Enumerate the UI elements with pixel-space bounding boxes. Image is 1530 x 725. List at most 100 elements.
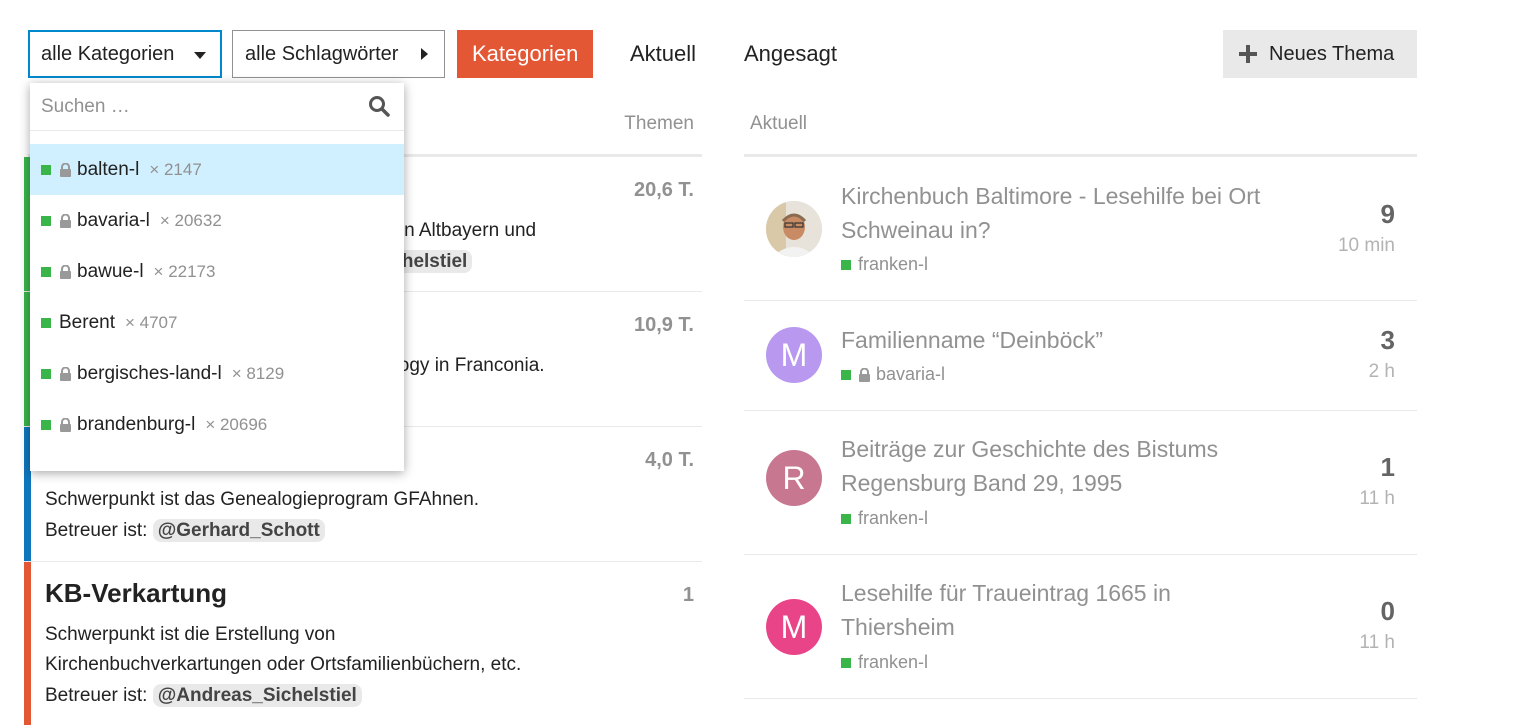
maintainer-mention[interactable]: @Gerhard_Schott — [152, 519, 325, 542]
maintainer-prefix: Betreuer ist: — [45, 520, 148, 541]
lock-icon — [60, 366, 71, 381]
tag-color-square — [841, 657, 851, 668]
reply-count[interactable]: 3 — [1381, 325, 1395, 356]
dropdown-option[interactable]: brandenburg-l × 20696 — [30, 399, 404, 450]
option-count: × 22173 — [153, 261, 216, 281]
tag-color-square — [841, 259, 851, 270]
tag-color-square — [41, 266, 51, 277]
category-topic-count: 1 — [682, 584, 694, 606]
category-topic-count: 20,6 T. — [633, 179, 694, 201]
tab-latest[interactable]: Aktuell — [630, 30, 696, 78]
option-count: × 2147 — [149, 159, 202, 179]
topic-title[interactable]: Lesehilfe für Traueintrag 1665 in Thiers… — [841, 576, 1281, 644]
plus-icon — [1239, 45, 1257, 63]
option-label: bawue-l — [77, 260, 144, 282]
caret-down-icon — [194, 52, 206, 59]
lock-icon — [859, 367, 870, 382]
option-count: × 20632 — [159, 210, 222, 230]
topic-row[interactable]: R Beiträge zur Geschichte des Bistums Re… — [744, 411, 1417, 555]
topic-tag[interactable]: franken-l — [841, 652, 928, 673]
category-description: Schwerpunkt ist das Genealogieprogram GF… — [45, 489, 480, 510]
option-count: × 8129 — [231, 363, 285, 383]
topic-row[interactable]: Kirchenbuch Baltimore - Lesehilfe bei Or… — [744, 157, 1417, 301]
tag-color-square — [41, 419, 51, 430]
category-description: Schwerpunkt ist die Erstellung von — [45, 624, 336, 645]
latest-column-header: Aktuell — [750, 113, 808, 134]
lock-icon — [60, 417, 71, 432]
tags-dropdown[interactable]: alle Schlagwörter — [232, 30, 445, 78]
caret-right-icon — [421, 48, 428, 60]
option-label: Berent — [59, 311, 115, 333]
topic-tag-label: franken-l — [858, 652, 929, 672]
tag-color-square — [841, 513, 851, 524]
category-description: Kirchenbuchverkartungen oder Ortsfamilie… — [45, 654, 522, 675]
tag-color-square — [41, 215, 51, 226]
lock-icon — [60, 162, 71, 177]
maintainer-prefix: Betreuer ist: — [45, 685, 148, 706]
option-label: bavaria-l — [77, 209, 150, 231]
topic-age[interactable]: 2 h — [1369, 361, 1395, 383]
lock-icon — [60, 264, 71, 279]
topic-tag-label: franken-l — [858, 508, 929, 528]
avatar[interactable]: M — [766, 599, 822, 655]
search-icon — [369, 96, 390, 117]
topic-age[interactable]: 10 min — [1338, 235, 1395, 257]
avatar[interactable]: M — [766, 327, 822, 383]
topic-tag-label: bavaria-l — [876, 364, 946, 384]
topics-column-header: Themen — [624, 113, 694, 134]
dropdown-option[interactable]: bawue-l × 22173 — [30, 246, 404, 297]
reply-count[interactable]: 9 — [1381, 199, 1395, 230]
topic-tag[interactable]: franken-l — [841, 254, 928, 275]
topic-tag-label: franken-l — [858, 254, 929, 274]
category-row[interactable]: KB-Verkartung 1 Schwerpunkt ist die Erst… — [24, 562, 702, 725]
tag-color-square — [41, 317, 51, 328]
category-topic-count: 4,0 T. — [645, 449, 694, 471]
topic-tag[interactable]: franken-l — [841, 508, 928, 529]
topic-title[interactable]: Beiträge zur Geschichte des Bistums Rege… — [841, 432, 1281, 500]
topic-row[interactable]: M Lesehilfe für Traueintrag 1665 in Thie… — [744, 555, 1417, 699]
user-photo-icon — [766, 201, 822, 257]
dropdown-search[interactable]: Suchen … — [30, 83, 404, 131]
avatar[interactable]: R — [766, 450, 822, 506]
tag-color-square — [41, 368, 51, 379]
new-topic-label: Neues Thema — [1269, 42, 1395, 65]
topic-title[interactable]: Familienname “Deinböck” — [841, 323, 1281, 357]
category-topic-count: 10,9 T. — [633, 314, 694, 336]
category-dropdown-menu: Suchen … balten-l × 2147 bavaria-l × 206… — [30, 83, 404, 471]
category-description: alogy in Franconia. — [384, 355, 545, 376]
search-input[interactable]: Suchen … — [41, 96, 130, 118]
option-label: bergisches-land-l — [77, 362, 222, 384]
category-maintainer-line: Betreuer ist: @Gerhard_Schott — [45, 516, 325, 546]
category-description: g in Altbayern und — [384, 220, 537, 241]
dropdown-option[interactable]: bavaria-l × 20632 — [30, 195, 404, 246]
option-count: × 20696 — [205, 414, 268, 434]
maintainer-mention[interactable]: @Andreas_Sichelstiel — [152, 684, 362, 707]
category-name[interactable]: KB-Verkartung — [45, 578, 227, 609]
category-maintainer-line: Betreuer ist: @Andreas_Sichelstiel — [45, 681, 362, 711]
category-dropdown-label: alle Kategorien — [41, 42, 175, 65]
new-topic-button[interactable]: Neues Thema — [1223, 30, 1417, 78]
tab-hot[interactable]: Angesagt — [744, 30, 837, 78]
topic-age[interactable]: 11 h — [1359, 488, 1395, 510]
category-color-bar — [24, 562, 31, 725]
topic-row[interactable]: M Familienname “Deinböck” bavaria-l 3 2 … — [744, 301, 1417, 411]
option-label: balten-l — [77, 158, 140, 180]
tags-dropdown-label: alle Schlagwörter — [245, 42, 399, 65]
tag-color-square — [841, 369, 851, 380]
dropdown-option[interactable]: bergisches-land-l × 8129 — [30, 348, 404, 399]
latest-list-header: Aktuell — [744, 113, 1417, 157]
topic-title[interactable]: Kirchenbuch Baltimore - Lesehilfe bei Or… — [841, 179, 1281, 247]
topic-tag[interactable]: bavaria-l — [841, 364, 945, 385]
reply-count[interactable]: 1 — [1381, 452, 1395, 483]
lock-icon — [60, 213, 71, 228]
reply-count[interactable]: 0 — [1381, 596, 1395, 627]
category-dropdown[interactable]: alle Kategorien — [28, 30, 222, 78]
option-count: × 4707 — [124, 312, 178, 332]
dropdown-option[interactable]: balten-l × 2147 — [30, 144, 404, 195]
tag-color-square — [41, 164, 51, 175]
option-label: brandenburg-l — [77, 413, 196, 435]
avatar[interactable] — [766, 201, 822, 257]
dropdown-option[interactable]: Berent × 4707 — [30, 297, 404, 348]
topic-age[interactable]: 11 h — [1359, 632, 1395, 654]
tab-categories[interactable]: Kategorien — [457, 30, 594, 78]
